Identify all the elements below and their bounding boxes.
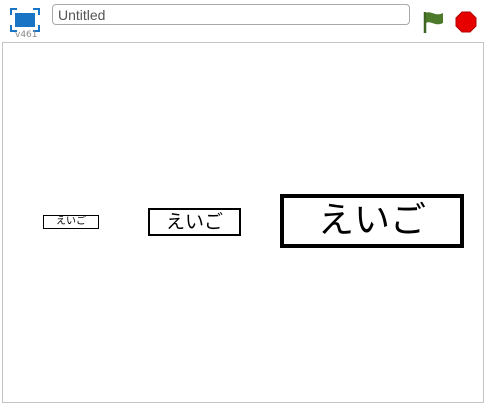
green-flag-icon <box>423 12 443 33</box>
sprite-text-medium[interactable]: えいご <box>148 208 241 236</box>
sprite-text-large[interactable]: えいご <box>280 194 464 248</box>
version-label: v461 <box>15 30 38 40</box>
fullscreen-button[interactable] <box>10 8 40 32</box>
stage[interactable]: えいご えいご えいご <box>2 42 484 403</box>
scratch-player-window: v461 えいご えいご えいご <box>0 0 486 405</box>
stop-button[interactable] <box>455 11 477 33</box>
player-toolbar: v461 <box>0 0 486 42</box>
sprite-text-small[interactable]: えいご <box>43 215 99 229</box>
stop-icon <box>455 11 477 33</box>
fullscreen-icon <box>10 8 40 32</box>
green-flag-button[interactable] <box>421 9 447 35</box>
project-title-input[interactable] <box>52 4 410 25</box>
